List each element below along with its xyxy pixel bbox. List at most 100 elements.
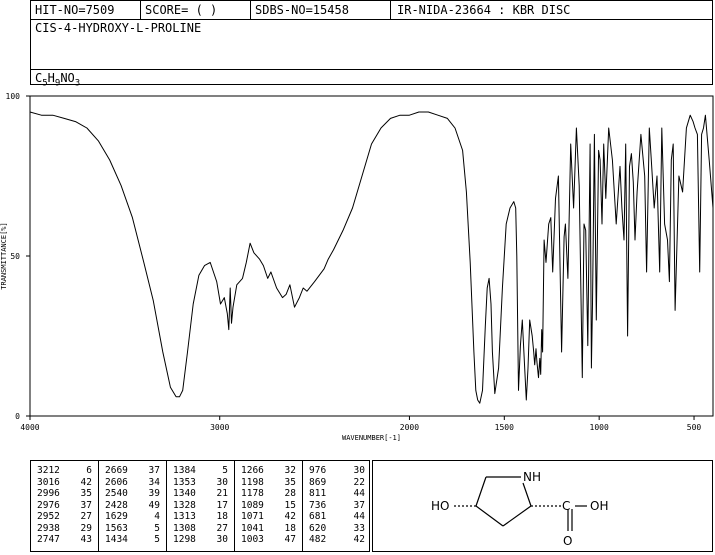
peak-column: 2669 37 2606 34 2540 39 2428 49 1629 4 1563 5 1434 5 bbox=[99, 461, 167, 551]
peak-transmittance: 5 bbox=[222, 465, 228, 476]
x-tick-label: 500 bbox=[687, 423, 702, 432]
peak-row: 1629 4 bbox=[99, 511, 166, 522]
peak-transmittance: 42 bbox=[284, 511, 296, 522]
peak-transmittance: 5 bbox=[154, 534, 160, 545]
peak-wavenumber: 1198 bbox=[241, 476, 264, 488]
peak-wavenumber: 2952 bbox=[37, 511, 60, 522]
molecule-structure: NH HO C OH O bbox=[431, 470, 608, 548]
peak-wavenumber: 2606 bbox=[105, 476, 128, 488]
peak-wavenumber: 1384 bbox=[173, 465, 196, 476]
peak-row: 1041 18 bbox=[235, 523, 302, 534]
peak-row: 1266 32 bbox=[235, 465, 302, 476]
peak-transmittance: 42 bbox=[80, 476, 92, 488]
peak-row: 1313 18 bbox=[167, 511, 234, 522]
ir-spectrum-chart: 4000 3000 2000 1500 1000 500 0 50 100 WAVENUMBER[… bbox=[0, 92, 714, 442]
ho-label: HO bbox=[431, 499, 449, 513]
peak-wavenumber: 1308 bbox=[173, 522, 196, 534]
peak-transmittance: 34 bbox=[148, 476, 160, 488]
peak-wavenumber: 1089 bbox=[241, 499, 264, 511]
peak-row: 1328 17 bbox=[167, 500, 234, 511]
peak-row: 2540 39 bbox=[99, 488, 166, 499]
y-tick-label: 0 bbox=[15, 412, 20, 421]
peak-transmittance: 44 bbox=[353, 511, 365, 522]
oh-label: OH bbox=[590, 499, 608, 513]
peak-transmittance: 47 bbox=[284, 534, 296, 545]
peak-row: 2428 49 bbox=[99, 500, 166, 511]
peak-row: 482 42 bbox=[303, 534, 371, 545]
peak-wavenumber: 1178 bbox=[241, 488, 264, 499]
peak-wavenumber: 2996 bbox=[37, 488, 60, 499]
o-label: O bbox=[563, 534, 572, 548]
peak-wavenumber: 681 bbox=[309, 511, 327, 522]
peak-wavenumber: 2938 bbox=[37, 522, 60, 534]
peak-wavenumber: 482 bbox=[309, 534, 327, 545]
peak-row: 1340 21 bbox=[167, 488, 234, 499]
peak-transmittance: 49 bbox=[148, 499, 160, 511]
x-tick-label: 1000 bbox=[590, 423, 609, 432]
formula-divider bbox=[31, 69, 712, 70]
peak-wavenumber: 1563 bbox=[105, 522, 128, 534]
header-row: HIT-NO=7509 SCORE= ( ) SDBS-NO=15458 IR-… bbox=[31, 1, 712, 20]
peak-transmittance: 30 bbox=[353, 465, 365, 476]
peak-row: 2938 29 bbox=[31, 523, 98, 534]
peak-wavenumber: 2976 bbox=[37, 499, 60, 511]
peak-wavenumber: 1340 bbox=[173, 488, 196, 499]
peak-row: 869 22 bbox=[303, 477, 371, 488]
peak-wavenumber: 1629 bbox=[105, 511, 128, 522]
peak-row: 1434 5 bbox=[99, 534, 166, 545]
peak-wavenumber: 976 bbox=[309, 465, 327, 476]
peak-wavenumber: 3212 bbox=[37, 465, 60, 476]
peak-column: 3212 6 3016 42 2996 35 2976 37 2952 27 2938 29 2747 4… bbox=[31, 461, 99, 551]
x-tick-label: 4000 bbox=[20, 423, 39, 432]
x-tick-label: 2000 bbox=[400, 423, 419, 432]
y-axis-label: TRANSMITTANCE[%] bbox=[0, 222, 8, 289]
peak-column: 1384 5 1353 30 1340 21 1328 17 1313 18 1308 27 1298 3… bbox=[167, 461, 235, 551]
peak-row: 1563 5 bbox=[99, 523, 166, 534]
peak-transmittance: 35 bbox=[284, 476, 296, 488]
peak-wavenumber: 1298 bbox=[173, 534, 196, 545]
peak-transmittance: 37 bbox=[148, 465, 160, 476]
structure-panel: NH HO C OH O bbox=[372, 460, 713, 552]
compound-name: CIS-4-HYDROXY-L-PROLINE bbox=[35, 21, 202, 35]
peak-row: 2996 35 bbox=[31, 488, 98, 499]
x-tick-label: 1500 bbox=[495, 423, 514, 432]
peak-wavenumber: 3016 bbox=[37, 476, 60, 488]
peak-wavenumber: 1353 bbox=[173, 476, 196, 488]
peak-transmittance: 27 bbox=[216, 522, 228, 534]
sdbs-number: SDBS-NO=15458 bbox=[251, 1, 391, 19]
nh-label: NH bbox=[523, 470, 541, 484]
score: SCORE= ( ) bbox=[141, 1, 251, 19]
peak-row: 2976 37 bbox=[31, 500, 98, 511]
peak-wavenumber: 2669 bbox=[105, 465, 128, 476]
peak-row: 1178 28 bbox=[235, 488, 302, 499]
peak-wavenumber: 620 bbox=[309, 522, 327, 534]
peak-row: 1003 47 bbox=[235, 534, 302, 545]
peak-transmittance: 5 bbox=[154, 522, 160, 534]
peak-column: 1266 32 1198 35 1178 28 1089 15 1071 42 1041 18 1003… bbox=[235, 461, 303, 551]
peak-row: 976 30 bbox=[303, 465, 371, 476]
peak-wavenumber: 869 bbox=[309, 476, 327, 488]
hit-number: HIT-NO=7509 bbox=[31, 1, 141, 19]
peak-transmittance: 37 bbox=[80, 499, 92, 511]
peak-column: 976 30 869 22 811 44 736 37 681 44 620 33 482 42 bbox=[303, 461, 371, 551]
peak-row: 3016 42 bbox=[31, 477, 98, 488]
peak-transmittance: 28 bbox=[284, 488, 296, 499]
y-tick-label: 50 bbox=[10, 252, 20, 261]
x-tick-label: 3000 bbox=[210, 423, 229, 432]
y-tick-label: 100 bbox=[6, 92, 21, 101]
peak-transmittance: 35 bbox=[80, 488, 92, 499]
peak-row: 1308 27 bbox=[167, 523, 234, 534]
peak-row: 1198 35 bbox=[235, 477, 302, 488]
peak-transmittance: 29 bbox=[80, 522, 92, 534]
peak-transmittance: 15 bbox=[284, 499, 296, 511]
peak-wavenumber: 1266 bbox=[241, 465, 264, 476]
peak-row: 2952 27 bbox=[31, 511, 98, 522]
peak-transmittance: 18 bbox=[284, 522, 296, 534]
peak-row: 620 33 bbox=[303, 523, 371, 534]
peak-row: 1384 5 bbox=[167, 465, 234, 476]
x-axis-label: WAVENUMBER[-1] bbox=[342, 434, 401, 442]
peak-transmittance: 18 bbox=[216, 511, 228, 522]
peak-row: 2669 37 bbox=[99, 465, 166, 476]
peak-transmittance: 44 bbox=[353, 488, 365, 499]
peak-row: 1298 30 bbox=[167, 534, 234, 545]
